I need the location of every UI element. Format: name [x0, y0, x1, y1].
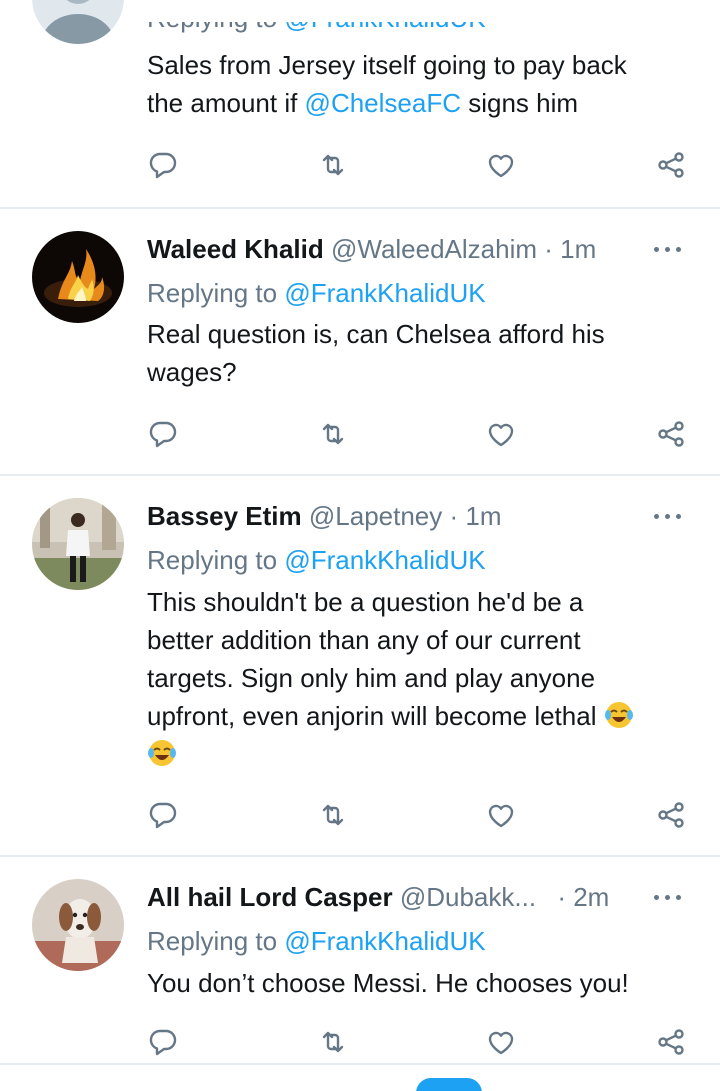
retweet-icon [322, 804, 344, 826]
retweet-icon-button[interactable] [316, 148, 350, 182]
reply-icon-button[interactable] [146, 148, 180, 182]
tweet-text: Sales from Jersey itself going to pay ba… [147, 50, 627, 118]
reply-icon [149, 1029, 177, 1056]
tweet-actions [0, 798, 720, 838]
reply-icon [149, 802, 177, 829]
reply-icon-button[interactable] [146, 1025, 180, 1059]
retweet-icon [322, 423, 344, 445]
like-icon [488, 423, 514, 447]
avatar[interactable] [32, 231, 124, 323]
timestamp[interactable]: · 1m [450, 501, 502, 531]
display-name[interactable]: All hail Lord Casper [147, 882, 393, 912]
tweet-text: This shouldn't be a question he'd be a b… [147, 583, 687, 773]
replying-to-link[interactable]: @FrankKhalidUK [284, 22, 485, 33]
tweet-actions [0, 417, 720, 457]
share-icon-button[interactable] [654, 417, 688, 451]
share-icon-button[interactable] [654, 1025, 688, 1059]
replying-to-link[interactable]: @FrankKhalidUK [284, 926, 485, 956]
user-handle[interactable]: @Lapetney [309, 501, 442, 531]
avatar-image [32, 231, 124, 323]
reply-icon-button[interactable] [146, 798, 180, 832]
retweet-icon [322, 154, 344, 176]
like-icon-button[interactable] [484, 417, 518, 451]
timestamp[interactable]: · 2m [557, 882, 609, 912]
user-handle[interactable]: @WaleedAlzahim [331, 234, 537, 264]
like-icon [488, 154, 514, 178]
avatar[interactable] [32, 498, 124, 590]
retweet-icon-button[interactable] [316, 1025, 350, 1059]
avatar[interactable] [32, 879, 124, 971]
new-tweets-pill[interactable] [416, 1078, 482, 1091]
share-icon [658, 802, 684, 828]
face-with-tears-of-joy-icon [148, 740, 176, 766]
like-icon-button[interactable] [484, 148, 518, 182]
reply-icon-button[interactable] [146, 417, 180, 451]
avatar[interactable] [32, 0, 124, 44]
replying-to: Replying to @FrankKhalidUK [147, 278, 486, 308]
retweet-icon-button[interactable] [316, 798, 350, 832]
avatar-image [32, 0, 124, 44]
replying-to-link[interactable]: @FrankKhalidUK [284, 545, 485, 575]
more-icon[interactable] [654, 879, 684, 915]
like-icon [488, 804, 514, 828]
reply-icon [149, 152, 177, 179]
tweet-header: Bassey Etim @Lapetney · 1m [147, 498, 660, 534]
like-icon-button[interactable] [484, 1025, 518, 1059]
share-icon [658, 1029, 684, 1055]
like-icon [488, 1031, 514, 1055]
more-icon[interactable] [654, 231, 684, 267]
tweet-2[interactable]: Bassey Etim @Lapetney · 1m Replying to @… [0, 476, 720, 857]
replying-to: Replying to @FrankKhalidUK [147, 545, 486, 575]
tweet-1[interactable]: Waleed Khalid @WaleedAlzahim · 1m Replyi… [0, 209, 720, 476]
mention-link[interactable]: @ChelseaFC [305, 88, 461, 118]
like-icon-button[interactable] [484, 798, 518, 832]
avatar-image [32, 498, 124, 590]
share-icon [658, 152, 684, 178]
retweet-icon-button[interactable] [316, 417, 350, 451]
tweet-0[interactable]: Replying to @FrankKhalidUK Sales from Je… [0, 0, 720, 209]
replying-to-link[interactable]: @FrankKhalidUK [284, 278, 485, 308]
avatar-image [32, 879, 124, 971]
more-icon[interactable] [654, 498, 684, 534]
share-icon-button[interactable] [654, 798, 688, 832]
retweet-icon [322, 1031, 344, 1053]
reply-icon [149, 421, 177, 448]
user-handle[interactable]: @Dubakk... [400, 882, 536, 912]
display-name[interactable]: Waleed Khalid [147, 234, 324, 264]
tweet-header: Waleed Khalid @WaleedAlzahim · 1m [147, 231, 660, 267]
tweet-text: You don’t choose Messi. He chooses you! [147, 968, 629, 998]
share-icon [658, 421, 684, 447]
tweet-header: All hail Lord Casper @Dubakk... · 2m [147, 879, 660, 915]
face-with-tears-of-joy-icon [604, 702, 633, 728]
display-name[interactable]: Bassey Etim [147, 501, 302, 531]
tweet-actions [0, 148, 720, 188]
tweet-actions [0, 1025, 720, 1065]
replying-to: Replying to @FrankKhalidUK [147, 926, 486, 956]
timestamp[interactable]: · 1m [544, 234, 596, 264]
replying-to: Replying to @FrankKhalidUK [147, 3, 486, 33]
tweet-text: Real question is, can Chelsea afford his… [147, 319, 605, 387]
tweet-3[interactable]: All hail Lord Casper @Dubakk... · 2m Rep… [0, 857, 720, 1065]
share-icon-button[interactable] [654, 148, 688, 182]
